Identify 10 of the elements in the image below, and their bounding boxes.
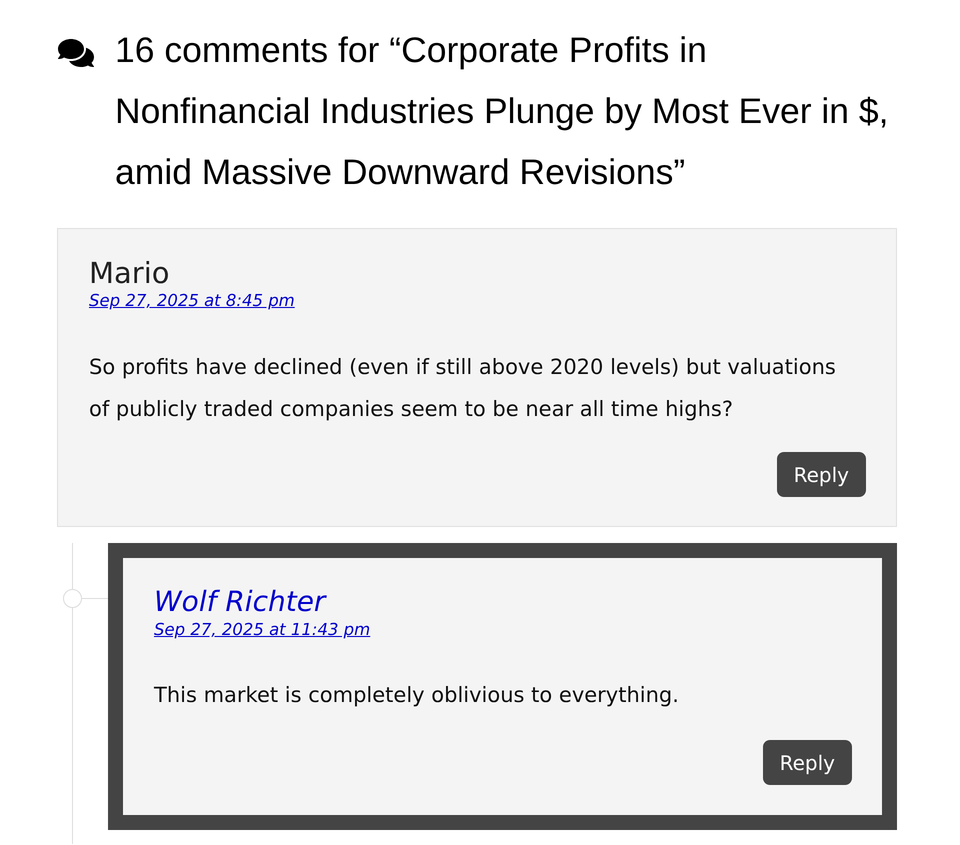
comment-date-link[interactable]: Sep 27, 2025 at 8:45 pm xyxy=(89,290,295,312)
reply-button[interactable]: Reply xyxy=(776,452,866,497)
comment-text: So profits have declined (even if still above 2020 levels) but valuations of publicly traded companies seem to be near all time highs? xyxy=(89,354,837,423)
reply-button[interactable]: Reply xyxy=(762,740,852,785)
author-name-link[interactable]: Wolf Richter xyxy=(154,585,326,619)
comment-date-link[interactable]: Sep 27, 2025 at 11:43 pm xyxy=(154,619,370,641)
commenter-name: Mario xyxy=(89,256,170,290)
comments-icon xyxy=(58,37,94,69)
comments-heading: 16 comments for “Corporate Profits in Nonfinancial Industries Plunge by Most Ever in $, amid Massive Downward Revisions” xyxy=(115,29,890,194)
comment-text: This market is completely oblivious to everything. xyxy=(154,682,679,709)
